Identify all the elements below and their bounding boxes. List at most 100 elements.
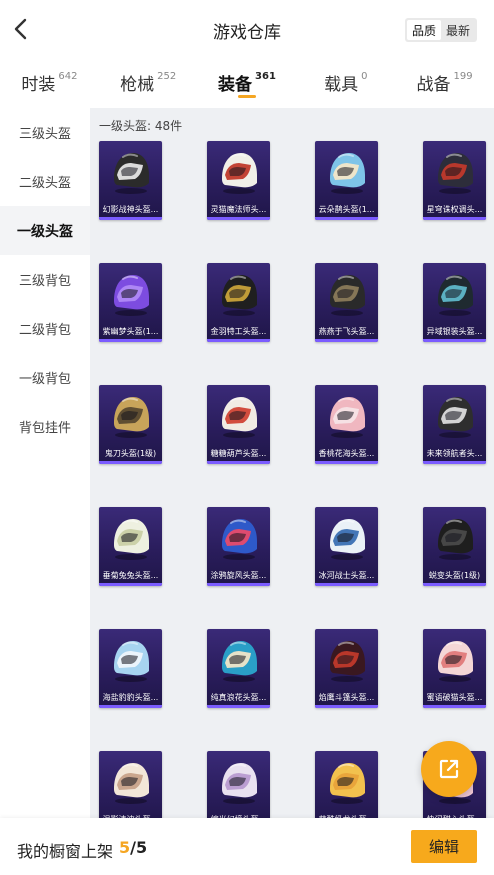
helmet-item-card[interactable]: 金羽特工头盔...: [207, 263, 270, 342]
item-list: 一级头盔: 48件 幻影战神头盔... 灵猫魔法师头... 云朵鹊头盔(1... 星穹…: [90, 108, 494, 818]
helmet-icon: [438, 519, 473, 560]
category-tabs: 时装 642 枪械 252 装备 361 载具 0 战备 199: [0, 64, 494, 106]
tab-count: 642: [58, 71, 78, 82]
sort-option-newest[interactable]: 最新: [441, 20, 475, 40]
item-name: 纯真浪花头盔...: [210, 693, 267, 702]
helmet-item-card[interactable]: 纯真浪花头盔...: [207, 629, 270, 708]
item-name: 未来领航者头...: [426, 449, 483, 458]
helmet-icon: [222, 275, 257, 316]
share-button[interactable]: [421, 741, 477, 797]
tab-outfits[interactable]: 时装 642: [0, 64, 99, 106]
helmet-icon: [114, 153, 149, 194]
showcase-total: 5: [136, 838, 148, 857]
helmet-icon: [330, 153, 365, 194]
tab-count: 0: [361, 71, 368, 82]
sidebar-item-level2-helmet[interactable]: 二级头盔: [0, 157, 90, 206]
helmet-item-card[interactable]: 香桃花海头盔...: [315, 385, 378, 464]
tab-vehicles[interactable]: 载具 0: [296, 64, 395, 106]
section-label: 一级头盔: 48件: [99, 119, 183, 133]
helmet-icon: [114, 275, 149, 316]
helmet-icon: [330, 641, 365, 682]
tab-label: 装备: [218, 75, 253, 95]
item-name: 糖糖葫芦头盔...: [210, 449, 267, 458]
helmet-item-card[interactable]: 温影清波头盔...: [99, 751, 162, 818]
sidebar-item-level3-helmet[interactable]: 三级头盔: [0, 108, 90, 157]
share-icon: [439, 759, 459, 779]
item-name: 燕燕于飞头盔...: [318, 327, 375, 336]
helmet-item-card[interactable]: 涂鸦旋风头盔...: [207, 507, 270, 586]
helmet-icon: [330, 519, 365, 560]
helmet-icon: [330, 397, 365, 438]
sidebar: 三级头盔 二级头盔 一级头盔 三级背包 二级背包 一级背包 背包挂件: [0, 108, 90, 818]
bottom-bar: 我的橱窗上架 5 / 5 编辑: [0, 818, 494, 875]
helmet-item-card[interactable]: 幻影战神头盔...: [99, 141, 162, 220]
tab-weapons[interactable]: 枪械 252: [99, 64, 198, 106]
helmet-item-card[interactable]: 糖糖葫芦头盔...: [207, 385, 270, 464]
helmet-item-card[interactable]: 蜜语破猫头盔...: [423, 629, 486, 708]
helmet-icon: [438, 641, 473, 682]
item-name: 涂鸦旋风头盔...: [210, 571, 267, 580]
helmet-icon: [114, 641, 149, 682]
helmet-item-card[interactable]: 海盐豹豹头盔...: [99, 629, 162, 708]
sidebar-item-level3-backpack[interactable]: 三级背包: [0, 255, 90, 304]
tab-equipment[interactable]: 装备 361: [198, 64, 297, 106]
item-name: 焰鹰斗篷头盔...: [318, 693, 375, 702]
helmet-item-card[interactable]: 紫幽梦头盔(1...: [99, 263, 162, 342]
helmet-item-card[interactable]: 未来领航者头...: [423, 385, 486, 464]
helmet-icon: [222, 397, 257, 438]
helmet-item-card[interactable]: 萌酷奶龙头盔...: [315, 751, 378, 818]
helmet-item-card[interactable]: 鬼刀头盔(1级): [99, 385, 162, 464]
item-name: 幻影战神头盔...: [102, 205, 159, 214]
item-name: 海盐豹豹头盔...: [102, 693, 159, 702]
helmet-icon: [438, 153, 473, 194]
item-name: 星穹诛权调头...: [426, 205, 483, 214]
item-name: 冰河战士头盔...: [318, 571, 375, 580]
tab-supplies[interactable]: 战备 199: [395, 64, 494, 106]
helmet-icon: [438, 397, 473, 438]
item-name: 蜕变头盔(1级): [428, 571, 481, 580]
showcase-status: 我的橱窗上架 5 / 5: [17, 838, 147, 862]
helmet-item-card[interactable]: 缤光幻境头盔...: [207, 751, 270, 818]
tab-label: 枪械: [120, 75, 155, 95]
item-name: 垂菊兔兔头盔...: [102, 571, 159, 580]
sidebar-item-backpack-charm[interactable]: 背包挂件: [0, 402, 90, 451]
helmet-item-card[interactable]: 冰河战士头盔...: [315, 507, 378, 586]
helmet-item-card[interactable]: 灵猫魔法师头...: [207, 141, 270, 220]
helmet-item-card[interactable]: 燕燕于飞头盔...: [315, 263, 378, 342]
tab-count: 361: [255, 71, 276, 82]
helmet-icon: [222, 153, 257, 194]
helmet-icon: [222, 763, 257, 804]
helmet-icon: [114, 519, 149, 560]
item-name: 紫幽梦头盔(1...: [102, 327, 159, 336]
tab-active-indicator: [237, 95, 256, 98]
sort-toggle: 品质 最新: [405, 18, 477, 42]
tab-count: 199: [453, 71, 473, 82]
helmet-item-card[interactable]: 星穹诛权调头...: [423, 141, 486, 220]
helmet-item-card[interactable]: 焰鹰斗篷头盔...: [315, 629, 378, 708]
tab-label: 时装: [21, 75, 56, 95]
tab-count: 252: [157, 71, 177, 82]
sidebar-item-level1-helmet[interactable]: 一级头盔: [0, 206, 90, 255]
item-name: 鬼刀头盔(1级): [104, 449, 157, 458]
helmet-icon: [438, 275, 473, 316]
helmet-icon: [114, 763, 149, 804]
helmet-item-card[interactable]: 云朵鹊头盔(1...: [315, 141, 378, 220]
helmet-item-card[interactable]: 垂菊兔兔头盔...: [99, 507, 162, 586]
sort-option-quality[interactable]: 品质: [407, 20, 441, 40]
sidebar-item-level2-backpack[interactable]: 二级背包: [0, 304, 90, 353]
item-name: 蜜语破猫头盔...: [426, 693, 483, 702]
item-name: 云朵鹊头盔(1...: [318, 205, 375, 214]
helmet-item-card[interactable]: 异域银装头盔...: [423, 263, 486, 342]
tab-label: 战备: [416, 75, 451, 95]
item-name: 异域银装头盔...: [426, 327, 483, 336]
helmet-icon: [330, 763, 365, 804]
helmet-item-card[interactable]: 蜕变头盔(1级): [423, 507, 486, 586]
item-name: 灵猫魔法师头...: [210, 205, 267, 214]
sidebar-item-level1-backpack[interactable]: 一级背包: [0, 353, 90, 402]
showcase-count: 5: [119, 838, 131, 857]
item-name: 金羽特工头盔...: [210, 327, 267, 336]
helmet-icon: [114, 397, 149, 438]
item-grid: 幻影战神头盔... 灵猫魔法师头... 云朵鹊头盔(1... 星穹诛权调头... 紫幽梦…: [99, 141, 487, 818]
item-name: 香桃花海头盔...: [318, 449, 375, 458]
edit-button[interactable]: 编辑: [411, 830, 477, 863]
